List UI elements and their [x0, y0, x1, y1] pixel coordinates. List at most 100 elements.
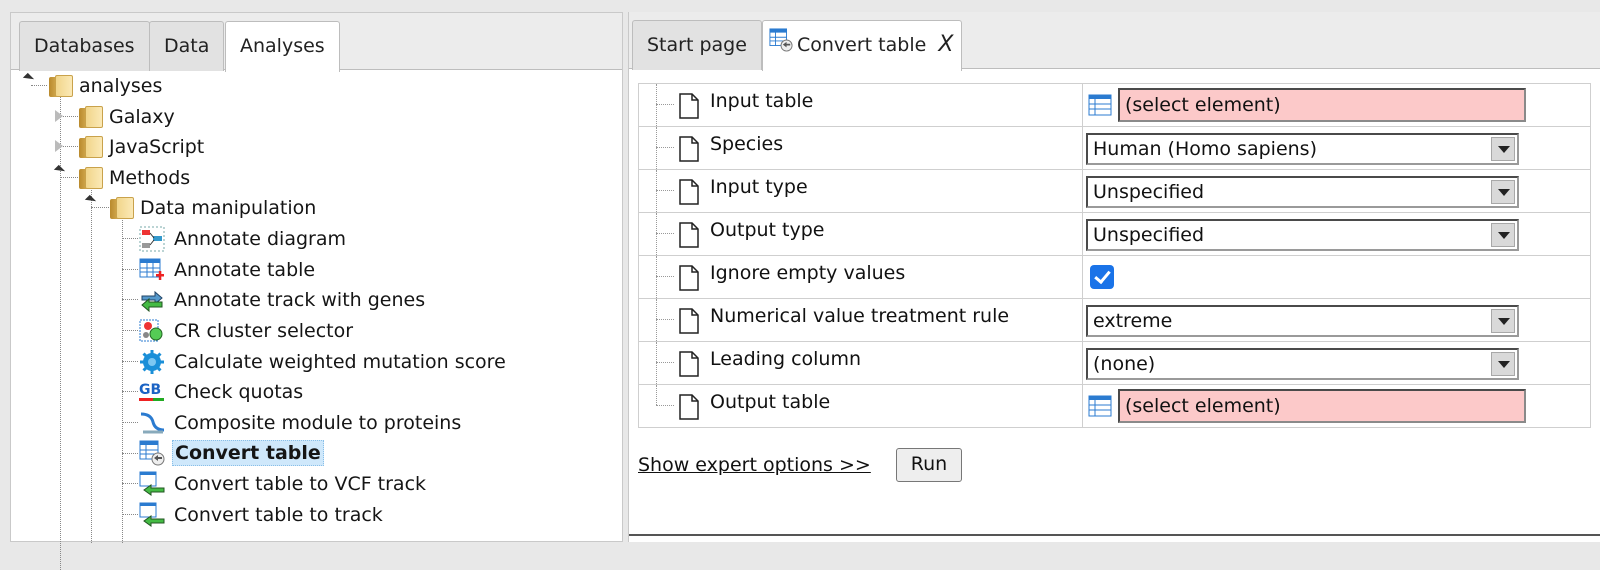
composite-module-icon [138, 409, 166, 437]
tree-item-convert-table-track[interactable]: Convert table to track [138, 500, 385, 530]
repository-tabbar: Databases Data Analyses [11, 13, 622, 72]
param-value-cell: extreme [1082, 298, 1591, 342]
tree-node-javascript[interactable]: JavaScript [79, 132, 206, 162]
document-icon [678, 222, 700, 253]
expand-toggle[interactable] [55, 140, 63, 152]
select-value: Unspecified [1093, 181, 1205, 203]
document-icon [678, 308, 700, 339]
tree-node-data-manipulation[interactable]: Data manipulation [110, 193, 318, 223]
select-value: extreme [1093, 310, 1173, 332]
tree-line [656, 342, 657, 384]
select-value: Unspecified [1093, 224, 1205, 246]
tree-item-weighted-mutation-score[interactable]: Calculate weighted mutation score [138, 347, 508, 377]
tree-item-composite-module[interactable]: Composite module to proteins [138, 408, 463, 438]
param-name-cell: Input table [638, 83, 1083, 127]
input-type-select[interactable]: Unspecified [1086, 176, 1519, 208]
annotate-table-icon [138, 256, 166, 284]
tab-databases[interactable]: Databases [19, 21, 150, 71]
tree-item-convert-table[interactable]: Convert table [138, 438, 324, 468]
tab-start-page[interactable]: Start page [632, 20, 762, 70]
collapse-toggle[interactable] [22, 72, 35, 85]
chevron-down-icon[interactable] [1491, 223, 1515, 247]
expand-toggle[interactable] [55, 110, 63, 122]
collapse-toggle[interactable] [84, 194, 97, 207]
tree-line [60, 177, 78, 178]
output-type-select[interactable]: Unspecified [1086, 219, 1519, 251]
show-expert-options-link[interactable]: Show expert options >> [638, 454, 871, 476]
tree-line [656, 190, 674, 191]
ignore-empty-checkbox[interactable] [1090, 265, 1114, 289]
param-value-cell: Unspecified [1082, 169, 1591, 213]
tree-item-annotate-diagram[interactable]: Annotate diagram [138, 224, 348, 254]
chevron-down-icon[interactable] [1491, 180, 1515, 204]
tab-data[interactable]: Data [149, 21, 225, 71]
tree-item-check-quotas[interactable]: GB Check quotas [138, 377, 305, 407]
output-table-field[interactable]: (select element) [1118, 389, 1526, 423]
tree-line [122, 391, 138, 392]
tab-analyses[interactable]: Analyses [225, 21, 340, 72]
param-label: Ignore empty values [710, 262, 906, 284]
close-tab-icon[interactable]: X [938, 32, 953, 57]
tree-item-label: Convert table to track [174, 504, 383, 526]
chevron-down-icon[interactable] [1491, 309, 1515, 333]
tree-line [91, 190, 92, 543]
tree-item-convert-table-vcf[interactable]: Convert table to VCF track [138, 469, 428, 499]
param-value-cell: (none) [1082, 341, 1591, 385]
tree-line [656, 213, 657, 255]
document-icon [678, 179, 700, 210]
tree-item-label: Check quotas [174, 381, 304, 403]
param-value-cell: Human (Homo sapiens) [1082, 126, 1591, 170]
tree-line [656, 405, 674, 406]
chevron-down-icon[interactable] [1491, 352, 1515, 376]
leading-column-select[interactable]: (none) [1086, 348, 1519, 380]
param-row-output-table: Output table (select element) [638, 384, 1591, 428]
treatment-rule-select[interactable]: extreme [1086, 305, 1519, 337]
collapse-toggle[interactable] [53, 164, 66, 177]
tree-line [122, 269, 138, 270]
param-value-cell: Unspecified [1082, 212, 1591, 256]
tree-item-label: Calculate weighted mutation score [174, 351, 506, 373]
tree-node-methods[interactable]: Methods [79, 163, 192, 193]
param-row-input-table: Input table (select element) [638, 83, 1591, 127]
tab-convert-table[interactable]: Convert table X [762, 20, 963, 71]
tree-item-label: Annotate table [174, 259, 316, 281]
folder-icon [49, 75, 73, 97]
param-value-cell: (select element) [1082, 384, 1591, 428]
tree-item-label: Convert table [172, 440, 324, 466]
tree-line [122, 422, 138, 423]
run-button[interactable]: Run [896, 448, 962, 482]
tree-line [122, 514, 138, 515]
repository-panel: Databases Data Analyses analyses Galaxy [10, 12, 623, 570]
tree-line [656, 276, 674, 277]
param-name-cell: Species [638, 126, 1083, 170]
tree-item-annotate-track[interactable]: Annotate track with genes [138, 285, 427, 315]
tree-node-label: Galaxy [109, 106, 175, 128]
param-name-cell: Output table [638, 384, 1083, 428]
folder-icon [79, 136, 103, 158]
species-select[interactable]: Human (Homo sapiens) [1086, 133, 1519, 165]
parameters-table: Input table (select element) Species Hum… [638, 83, 1591, 428]
tree-line [656, 299, 657, 341]
tree-node-galaxy[interactable]: Galaxy [79, 102, 177, 132]
tree-line [656, 104, 674, 105]
tree-line [656, 170, 657, 212]
tree-line [122, 299, 138, 300]
convert-track-icon [138, 501, 166, 529]
param-value-cell [1082, 255, 1591, 299]
tab-label: Convert table [797, 34, 927, 56]
param-row-output-type: Output type Unspecified [638, 212, 1591, 256]
param-label: Output table [710, 391, 831, 413]
analyses-tree: analyses Galaxy JavaScript Methods Data … [11, 70, 622, 570]
table-icon [1088, 94, 1112, 121]
tree-item-cr-cluster-selector[interactable]: CR cluster selector [138, 316, 355, 346]
tree-line [656, 319, 674, 320]
document-tabbar: Start page Convert table X [629, 12, 1600, 71]
tree-node-analyses[interactable]: analyses [49, 71, 164, 101]
input-table-field[interactable]: (select element) [1118, 88, 1526, 122]
folder-icon [79, 167, 103, 189]
convert-table-icon [769, 22, 793, 70]
chevron-down-icon[interactable] [1491, 137, 1515, 161]
tree-item-annotate-table[interactable]: Annotate table [138, 255, 317, 285]
tree-item-label: Annotate track with genes [174, 289, 426, 311]
select-value: (none) [1093, 353, 1156, 375]
